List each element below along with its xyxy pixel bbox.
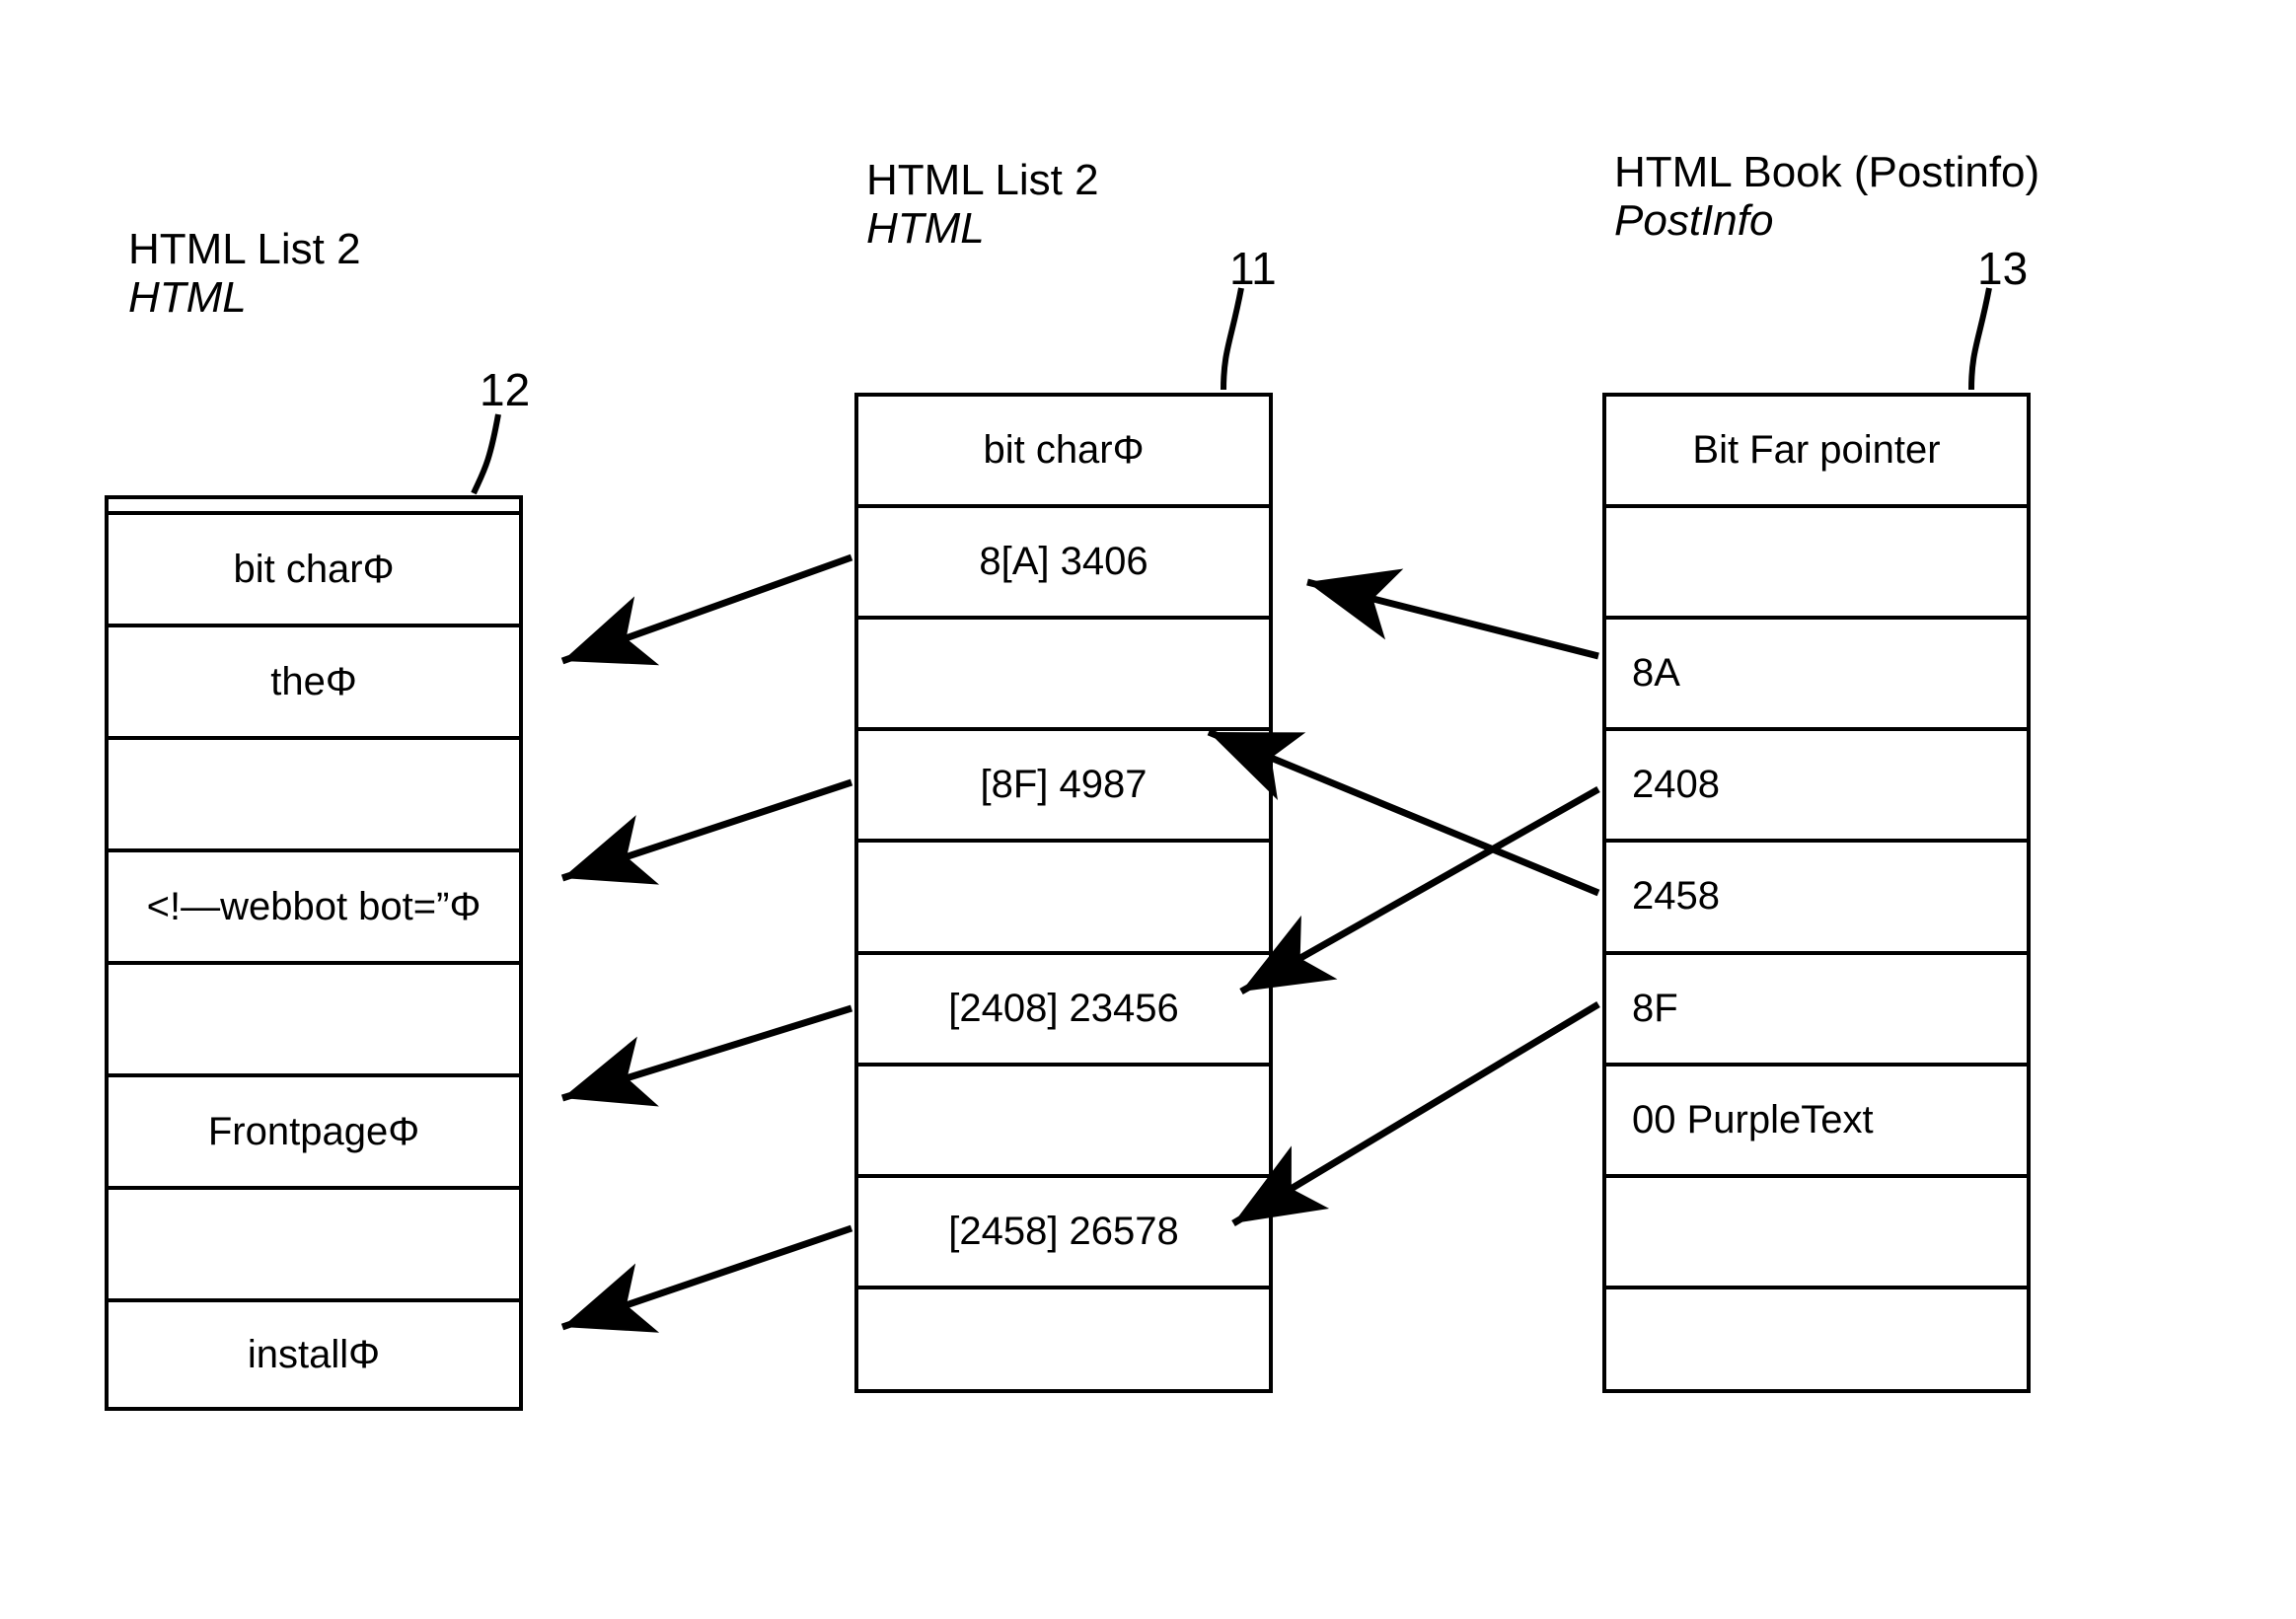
arrow-right-8a-to-middle-top <box>1306 568 1599 660</box>
table-html-list-2-middle: bit charΦ 8[A] 3406 [8F] 4987 [2408] 234… <box>854 393 1273 1393</box>
table-row: [2408] 23456 <box>858 955 1269 1067</box>
table-row: <!—webbot bot=”Φ <box>109 852 519 965</box>
arrow-middle-to-left-frontpage <box>560 1004 853 1107</box>
table-row <box>858 1289 1269 1389</box>
table-html-list-2-left: bit charΦ theΦ <!—webbot bot=”Φ Frontpag… <box>105 495 523 1411</box>
table-row: installΦ <box>247 1332 381 1376</box>
column-title-left: HTML List 2 <box>128 225 361 273</box>
table-html-book-postinfo: Bit Far pointer 8A 2408 2458 8F 00 Purpl… <box>1602 393 2031 1393</box>
table-row: Bit Far pointer <box>1606 397 2027 509</box>
table-row <box>109 740 519 852</box>
column-subtitle-middle: HTML <box>866 204 985 254</box>
column-subtitle-left: HTML <box>128 273 247 323</box>
table-row <box>858 620 1269 732</box>
reference-numeral-12: 12 <box>480 364 531 415</box>
reference-numeral-11: 11 <box>1229 243 1277 294</box>
column-label-right: HTML Book (Postinfo) PostInfo <box>1614 148 2039 246</box>
figure-canvas: HTML List 2 HTML HTML List 2 HTML HTML B… <box>0 0 2296 1619</box>
table-row: 8[A] 3406 <box>858 508 1269 621</box>
arrow-middle-to-left-bitchar <box>560 553 853 666</box>
leader-line-13 <box>1968 287 1992 391</box>
table-row <box>1606 1289 2027 1389</box>
table-row: 8F <box>1606 955 2027 1067</box>
column-title-right: HTML Book (Postinfo) <box>1614 148 2040 196</box>
leader-line-11 <box>1221 287 1244 391</box>
table-row: 8A <box>1606 620 2027 732</box>
table-row: bit charΦ <box>858 397 1269 509</box>
arrow-middle-to-left-webbot <box>560 778 853 885</box>
table-row <box>858 1067 1269 1178</box>
table-row <box>1606 1178 2027 1289</box>
table-row <box>1606 508 2027 621</box>
column-label-left: HTML List 2 HTML <box>128 225 361 323</box>
table-row <box>109 499 519 515</box>
table-row: bit charΦ <box>109 515 519 627</box>
arrow-right-8f-to-middle-2458 <box>1231 1000 1600 1227</box>
table-row <box>858 843 1269 955</box>
arrow-middle-to-left-install <box>560 1224 853 1333</box>
table-row <box>109 965 519 1077</box>
column-label-middle: HTML List 2 HTML <box>866 156 1099 254</box>
reference-numeral-13: 13 <box>1977 243 2029 294</box>
table-row: [8F] 4987 <box>858 731 1269 844</box>
arrow-right-2408-to-middle-2408 <box>1239 785 1600 995</box>
column-subtitle-right: PostInfo <box>1614 196 1774 246</box>
table-row: 2458 <box>1606 843 2027 955</box>
table-row: FrontpageΦ <box>109 1077 519 1190</box>
table-row: theΦ <box>109 627 519 740</box>
column-title-middle: HTML List 2 <box>866 156 1099 204</box>
leader-line-12 <box>471 413 501 495</box>
table-row <box>109 1190 519 1302</box>
table-row: [2458] 26578 <box>858 1178 1269 1289</box>
table-row: 00 PurpleText <box>1606 1067 2027 1178</box>
table-row: 2408 <box>1606 731 2027 844</box>
